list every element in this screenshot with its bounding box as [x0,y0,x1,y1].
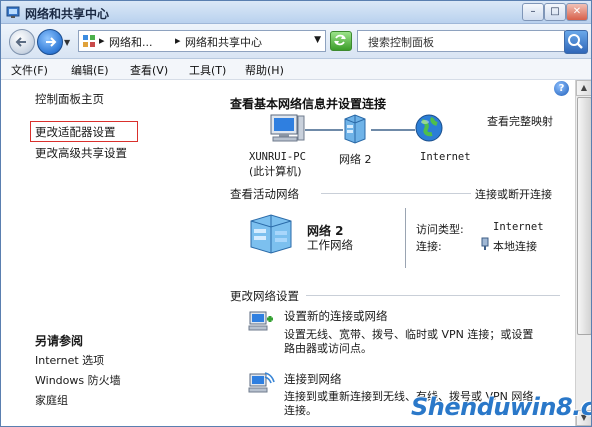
refresh-icon [334,34,346,46]
active-network-icon [250,214,292,254]
control-panel-home-link[interactable]: 控制面板主页 [35,91,104,107]
search-button[interactable] [564,30,588,54]
menu-help[interactable]: 帮助(H) [245,62,284,78]
forward-button[interactable] [37,29,63,55]
homegroup-link[interactable]: 家庭组 [35,392,68,408]
history-dropdown-icon[interactable]: ▼ [64,38,70,47]
windows-firewall-link[interactable]: Windows 防火墙 [35,372,121,388]
see-full-map-link[interactable]: 查看完整映射 [487,113,553,129]
active-networks-heading: 查看活动网络 [230,187,299,201]
menu-file[interactable]: 文件(F) [11,62,48,78]
setup-connection-link[interactable]: 设置新的连接或网络 [284,308,388,324]
computer-name: XUNRUI-PC [249,151,306,163]
connect-network-icon [248,372,275,393]
setup-connection-desc-2: 路由器或访问点。 [284,342,372,355]
back-button[interactable] [9,29,35,55]
title-bar: 网络和共享中心 – □ ✕ [1,1,591,24]
computer-subtitle: (此计算机) [249,165,302,178]
internet-globe-icon [415,114,443,142]
access-type-label: 访问类型: [416,223,464,236]
breadcrumb-separator-icon[interactable]: ▸ [99,34,105,47]
maximize-button[interactable]: □ [544,3,566,21]
address-toolbar: ▼ ▸ 网络和... ▸ 网络和共享中心 ▼ 搜索控制面板 [1,24,591,59]
minimize-button[interactable]: – [522,3,544,21]
access-type-value: Internet [493,221,544,233]
active-network-type-link[interactable]: 工作网络 [307,237,353,253]
network-sharing-center-window: 网络和共享中心 – □ ✕ ▼ ▸ 网络和... ▸ 网络和共享中心 ▼ 搜索控 [0,0,592,427]
divider [306,295,560,296]
window-title: 网络和共享中心 [25,7,110,21]
connections-label: 连接: [416,240,442,253]
back-arrow-icon [15,37,26,47]
change-advanced-sharing-link[interactable]: 更改高级共享设置 [35,145,127,161]
internet-options-link[interactable]: Internet 选项 [35,352,104,368]
link-line [371,129,415,131]
connect-to-network-desc-2: 连接。 [284,404,317,417]
network-node-label: 网络 2 [339,153,372,166]
link-line [305,129,343,131]
connect-to-network-link[interactable]: 连接到网络 [284,371,342,387]
control-panel-icon [83,35,95,47]
new-connection-icon [248,311,273,331]
local-connection-link[interactable]: 本地连接 [493,238,537,254]
search-icon [568,34,583,49]
address-bar[interactable]: ▸ 网络和... ▸ 网络和共享中心 ▼ [78,30,326,52]
forward-arrow-icon [46,37,57,47]
scroll-thumb[interactable] [577,97,591,335]
close-button[interactable]: ✕ [566,3,588,21]
scroll-up-icon[interactable]: ▲ [576,80,591,96]
search-placeholder: 搜索控制面板 [368,36,434,49]
watermark: Shenduwin8.com [411,393,591,421]
help-icon[interactable]: ? [554,81,569,96]
divider [405,208,406,268]
change-settings-heading: 更改网络设置 [230,289,299,303]
network-icon [344,114,366,144]
menu-tools[interactable]: 工具(T) [189,62,226,78]
refresh-button[interactable] [330,31,352,51]
computer-icon [270,114,305,142]
address-dropdown-icon[interactable]: ▼ [314,35,321,45]
menu-view[interactable]: 查看(V) [130,62,168,78]
breadcrumb-network-center[interactable]: 网络和共享中心 [185,34,262,50]
menu-edit[interactable]: 编辑(E) [71,62,109,78]
page-heading: 查看基本网络信息并设置连接 [230,97,387,111]
search-input[interactable]: 搜索控制面板 [357,30,565,52]
breadcrumb-network-parent[interactable]: 网络和... [109,34,153,50]
ethernet-icon [481,237,489,250]
menu-bar: 文件(F) 编辑(E) 查看(V) 工具(T) 帮助(H) [1,59,591,80]
internet-node-label: Internet [420,151,471,163]
connect-disconnect-link[interactable]: 连接或断开连接 [475,186,552,202]
divider [321,193,471,194]
change-adapter-settings-link[interactable]: 更改适配器设置 [35,124,116,140]
see-also-heading: 另请参阅 [35,334,84,348]
breadcrumb-separator-icon[interactable]: ▸ [175,34,181,47]
vertical-scrollbar[interactable]: ▲ ▼ [575,80,591,426]
network-center-icon [6,6,20,18]
